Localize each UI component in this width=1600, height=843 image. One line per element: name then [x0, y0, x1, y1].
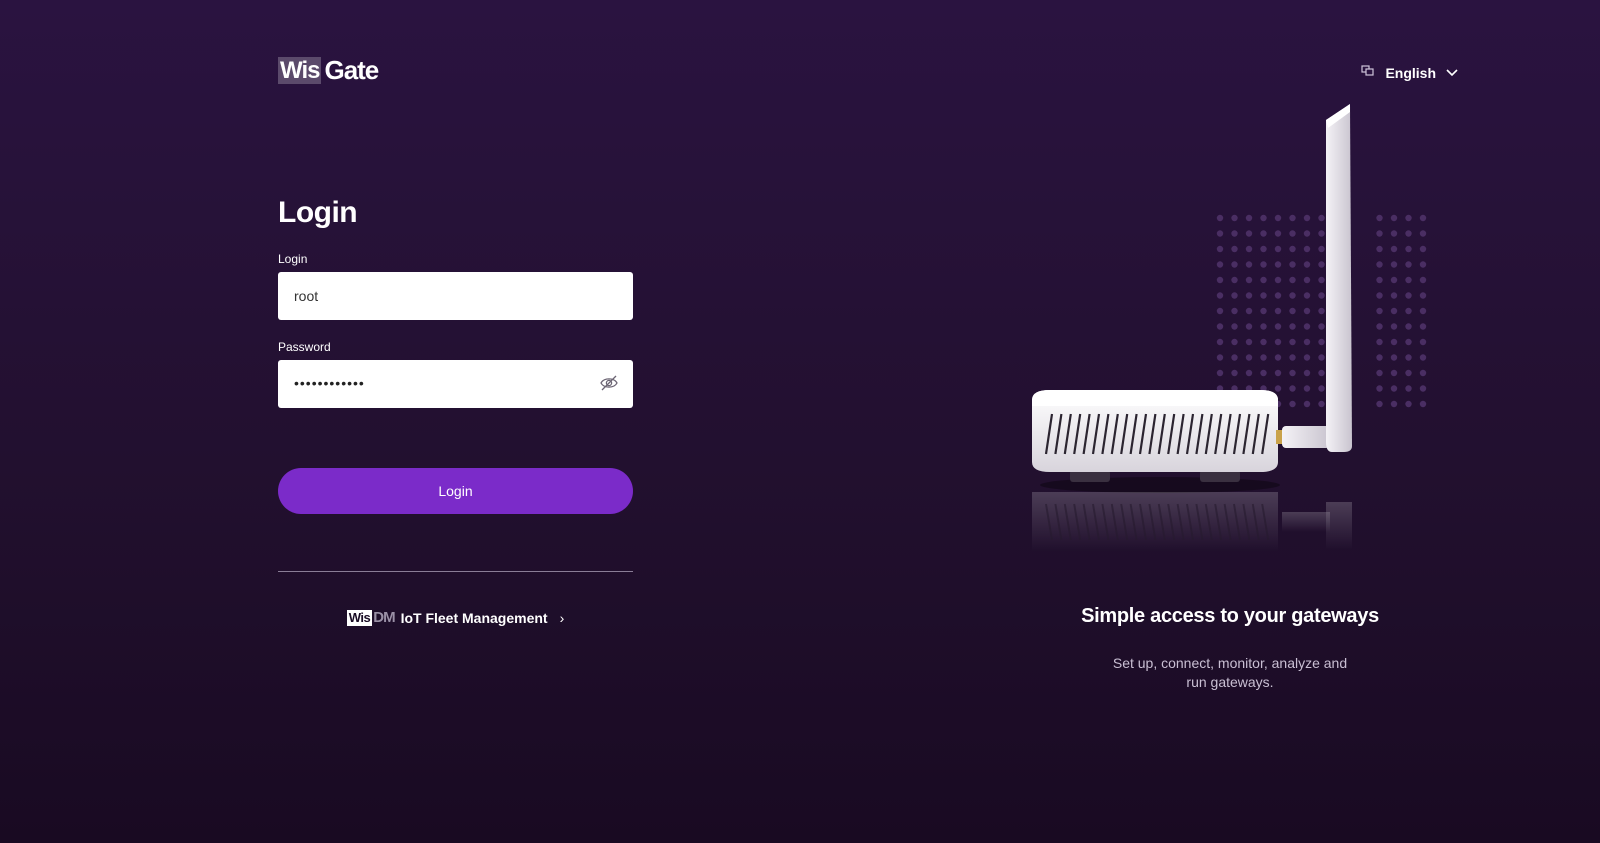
hero-title: Simple access to your gateways — [1081, 605, 1379, 627]
wisdm-wis-mark: Wis — [346, 609, 373, 626]
wisdm-link-label: IoT Fleet Management — [400, 609, 548, 626]
username-label: Login — [278, 252, 308, 266]
login-form: Login Login Password •••••••••••• Login … — [278, 196, 633, 626]
gateway-device-image — [1032, 104, 1427, 552]
username-field-wrapper — [278, 272, 633, 320]
eye-off-icon[interactable] — [599, 374, 619, 397]
chevron-right-icon: › — [559, 609, 565, 626]
wisdm-logo: Wis DM — [346, 609, 396, 626]
divider — [278, 571, 633, 572]
gateway-illustration — [1030, 100, 1450, 560]
wisdm-dm-mark: DM — [373, 609, 395, 626]
hero-text: Simple access to your gateways Set up, c… — [1030, 605, 1430, 692]
password-input[interactable] — [278, 360, 633, 408]
wisgate-logo: Wis Gate — [278, 54, 379, 85]
logo-gate-text: Gate — [324, 54, 379, 85]
translate-icon — [1361, 64, 1375, 82]
language-label: English — [1385, 65, 1436, 81]
language-selector[interactable]: English — [1361, 64, 1458, 82]
password-field-wrapper: •••••••••••• — [278, 360, 633, 408]
login-button[interactable]: Login — [278, 468, 633, 514]
password-label: Password — [278, 340, 331, 354]
wisdm-link[interactable]: Wis DM IoT Fleet Management › — [278, 609, 633, 626]
hero-description: Set up, connect, monitor, analyze and ru… — [1112, 655, 1348, 690]
chevron-down-icon — [1446, 64, 1458, 82]
page-title: Login — [278, 196, 358, 229]
logo-wis-mark: Wis — [278, 56, 322, 84]
username-input[interactable] — [278, 272, 633, 320]
